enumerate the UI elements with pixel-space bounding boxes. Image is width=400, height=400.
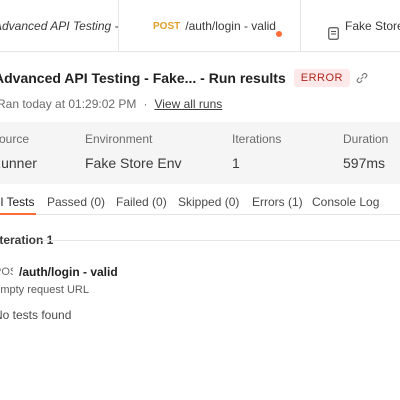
- request-tab-bar: Advanced API Testing - I POST /auth/logi…: [0, 0, 400, 52]
- summary-environment: Environment Fake Store Env: [85, 132, 182, 171]
- run-header: Advanced API Testing - Fake... - Run res…: [0, 68, 368, 88]
- meta-separator: ·: [143, 97, 148, 111]
- summary-label: Source: [0, 132, 30, 146]
- tab-all-tests[interactable]: All Tests: [0, 195, 34, 209]
- environment-icon: [328, 27, 339, 40]
- run-meta: Ran today at 01:29:02 PM · View all runs: [0, 96, 222, 112]
- tab-label: Advanced API Testing - I: [0, 19, 119, 33]
- status-badge: ERROR: [293, 69, 350, 87]
- tab-console-log[interactable]: Console Log: [312, 195, 379, 209]
- summary-label: Duration: [343, 132, 389, 146]
- summary-iterations: Iterations 1: [232, 132, 281, 171]
- summary-value: 597ms: [343, 155, 386, 171]
- tab-environment[interactable]: Fake Store: [300, 0, 400, 52]
- summary-label: Environment: [85, 132, 153, 146]
- run-summary-panel: Source Runner Environment Fake Store Env…: [0, 122, 400, 184]
- iteration-divider: [40, 240, 400, 241]
- tab-passed[interactable]: Passed (0): [47, 195, 105, 209]
- method-label: POST: [153, 20, 181, 32]
- request-name[interactable]: /auth/login - valid: [19, 265, 118, 279]
- tab-auth-login[interactable]: POST /auth/login - valid: [137, 0, 293, 52]
- tab-label: /auth/login - valid: [185, 19, 276, 33]
- summary-duration: Duration 597ms: [343, 132, 388, 171]
- tab-skipped[interactable]: Skipped (0): [178, 195, 239, 209]
- page-title: Advanced API Testing - Fake... - Run res…: [0, 70, 286, 86]
- copy-link-icon[interactable]: [356, 72, 368, 84]
- summary-value: Runner: [0, 155, 37, 171]
- tab-label: Fake Store: [345, 19, 400, 33]
- view-all-runs-link[interactable]: View all runs: [154, 97, 222, 111]
- tab-runner-results[interactable]: Advanced API Testing - I: [0, 0, 119, 52]
- summary-value: Fake Store Env: [85, 155, 182, 171]
- summary-source: Source Runner: [0, 132, 37, 171]
- tab-errors[interactable]: Errors (1): [252, 195, 303, 209]
- request-result-row[interactable]: POST /auth/login - valid: [0, 265, 118, 279]
- request-method: POST: [0, 266, 13, 278]
- active-tab-indicator: [0, 213, 36, 215]
- summary-label: Iterations: [232, 132, 282, 146]
- result-tabs: All Tests Passed (0) Failed (0) Skipped …: [0, 188, 400, 215]
- tab-failed[interactable]: Failed (0): [116, 195, 167, 209]
- request-error-message: Empty request URL: [0, 284, 89, 296]
- unsaved-changes-dot-icon: [276, 31, 282, 37]
- empty-tests-message: No tests found: [0, 308, 72, 322]
- summary-value: 1: [232, 155, 240, 171]
- run-timestamp: Ran today at 01:29:02 PM: [0, 97, 137, 111]
